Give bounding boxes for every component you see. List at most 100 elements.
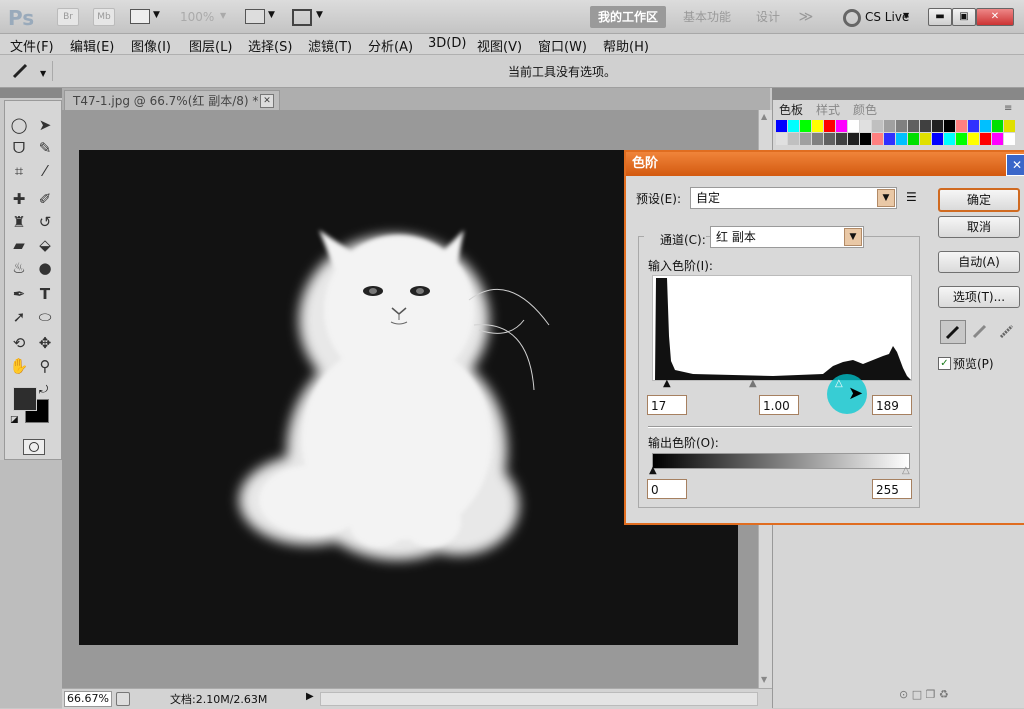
color-swatch[interactable] [944,120,955,132]
status-menu-arrow-icon[interactable]: ▶ [306,691,314,702]
input-white-field[interactable]: 189 [872,395,912,415]
color-swatch[interactable] [848,120,859,132]
menu-select[interactable]: 选择(S) [248,36,292,55]
gray-point-eyedropper-icon[interactable] [968,320,992,342]
paint-bucket-tool-icon[interactable]: ⬙ [34,235,56,255]
color-swatch[interactable] [884,120,895,132]
chevron-down-icon[interactable]: ▼ [40,69,46,78]
color-swatch[interactable] [968,133,979,145]
color-swatch[interactable] [992,133,1003,145]
menu-3d[interactable]: 3D(D) [428,36,466,51]
color-swatch[interactable] [980,133,991,145]
color-swatch[interactable] [776,120,787,132]
zoom-level-select[interactable]: 100% [180,10,214,24]
color-swatch[interactable] [776,133,787,145]
white-point-eyedropper-icon[interactable] [995,320,1019,342]
brush-tool-icon[interactable]: ✐ [34,189,56,209]
path-selection-tool-icon[interactable]: ➚ [8,307,30,327]
blur-tool-icon[interactable]: ♨ [8,258,30,278]
color-swatch[interactable] [860,133,871,145]
workspace-my-workspace[interactable]: 我的工作区 [590,6,666,28]
color-swatch[interactable] [908,120,919,132]
input-slider-track[interactable] [652,379,910,387]
panel-menu-icon[interactable]: ≡ [1004,103,1012,114]
close-window-button[interactable]: ✕ [976,8,1014,26]
output-white-field[interactable]: 255 [872,479,912,499]
menu-edit[interactable]: 编辑(E) [70,36,114,55]
color-swatch[interactable] [800,120,811,132]
menu-analysis[interactable]: 分析(A) [368,36,413,55]
type-tool-icon[interactable]: T [34,284,56,304]
eraser-tool-icon[interactable]: ▰ [8,235,30,255]
preview-checkbox[interactable]: ✓ [938,357,951,370]
color-swatch[interactable] [944,133,955,145]
move-tool-icon[interactable]: ➤ [34,115,56,135]
color-swatch[interactable] [920,133,931,145]
chevron-down-icon[interactable]: ▼ [153,10,160,20]
color-swatch[interactable] [848,133,859,145]
swatch-grid[interactable] [776,120,1018,150]
color-swatch[interactable] [992,120,1003,132]
screen-mode-icon[interactable] [292,9,312,26]
color-swatch[interactable] [980,120,991,132]
hand-tool-icon[interactable]: ✋ [8,356,30,376]
channel-select[interactable]: 红 副本 ▼ [710,226,864,248]
color-swatch[interactable] [860,120,871,132]
launch-bridge-button[interactable]: Br [57,8,79,26]
menu-help[interactable]: 帮助(H) [603,36,649,55]
workspace-design[interactable]: 设计 [748,6,788,28]
menu-file[interactable]: 文件(F) [10,36,54,55]
ellipse-tool-icon[interactable]: ⬭ [34,307,56,327]
color-swatch[interactable] [872,120,883,132]
zoom-tool-icon[interactable]: ⚲ [34,356,56,376]
options-button[interactable]: 选项(T)... [938,286,1020,308]
tab-color[interactable]: 颜色 [853,102,877,118]
output-black-slider-icon[interactable]: ▲ [649,465,657,476]
cancel-button[interactable]: 取消 [938,216,1020,238]
color-swatch[interactable] [788,120,799,132]
color-swatch[interactable] [824,120,835,132]
color-swatch[interactable] [932,133,943,145]
color-swatch[interactable] [812,133,823,145]
color-swatch[interactable] [896,133,907,145]
3d-orbit-tool-icon[interactable]: ✥ [34,333,56,353]
color-swatch[interactable] [836,133,847,145]
color-swatch[interactable] [788,133,799,145]
tab-styles[interactable]: 样式 [816,102,840,118]
quick-mask-icon[interactable] [23,439,45,455]
color-swatch[interactable] [1004,133,1015,145]
input-black-field[interactable]: 17 [647,395,687,415]
close-document-icon[interactable]: ✕ [260,94,274,108]
scroll-up-icon[interactable]: ▲ [761,112,767,121]
color-swatch[interactable] [884,133,895,145]
ok-button[interactable]: 确定 [938,188,1020,212]
input-gamma-slider-icon[interactable]: ▲ [749,378,757,389]
menu-view[interactable]: 视图(V) [477,36,522,55]
pen-tool-icon[interactable]: ✒ [8,284,30,304]
horizontal-scrollbar[interactable] [320,692,758,706]
input-white-slider-icon[interactable]: △ [835,378,843,389]
color-swatch[interactable] [800,133,811,145]
history-brush-tool-icon[interactable]: ↺ [34,212,56,232]
healing-brush-tool-icon[interactable]: ✚ [8,189,30,209]
color-swatch[interactable] [908,133,919,145]
arrange-documents-icon[interactable] [245,9,265,24]
lasso-tool-icon[interactable]: ᗜ [8,138,30,158]
color-swatch[interactable] [956,133,967,145]
dialog-close-button[interactable]: ✕ [1006,154,1024,176]
output-white-slider-icon[interactable]: △ [902,465,910,476]
view-extras-icon[interactable] [130,9,150,24]
color-swatch[interactable] [836,120,847,132]
menu-filter[interactable]: 滤镜(T) [308,36,352,55]
document-tab[interactable]: T47-1.jpg @ 66.7%(红 副本/8) * ✕ [64,90,280,111]
color-swatch[interactable] [872,133,883,145]
color-swatch[interactable] [920,120,931,132]
restore-window-button[interactable]: ▣ [952,8,976,26]
preset-options-icon[interactable]: ☰ [906,190,917,204]
more-workspaces-button[interactable]: ≫ [794,6,818,28]
menu-window[interactable]: 窗口(W) [538,36,587,55]
color-swatch[interactable] [896,120,907,132]
tool-preset-picker[interactable] [8,61,53,81]
menu-image[interactable]: 图像(I) [131,36,171,55]
preset-select[interactable]: 自定 ▼ [690,187,897,209]
